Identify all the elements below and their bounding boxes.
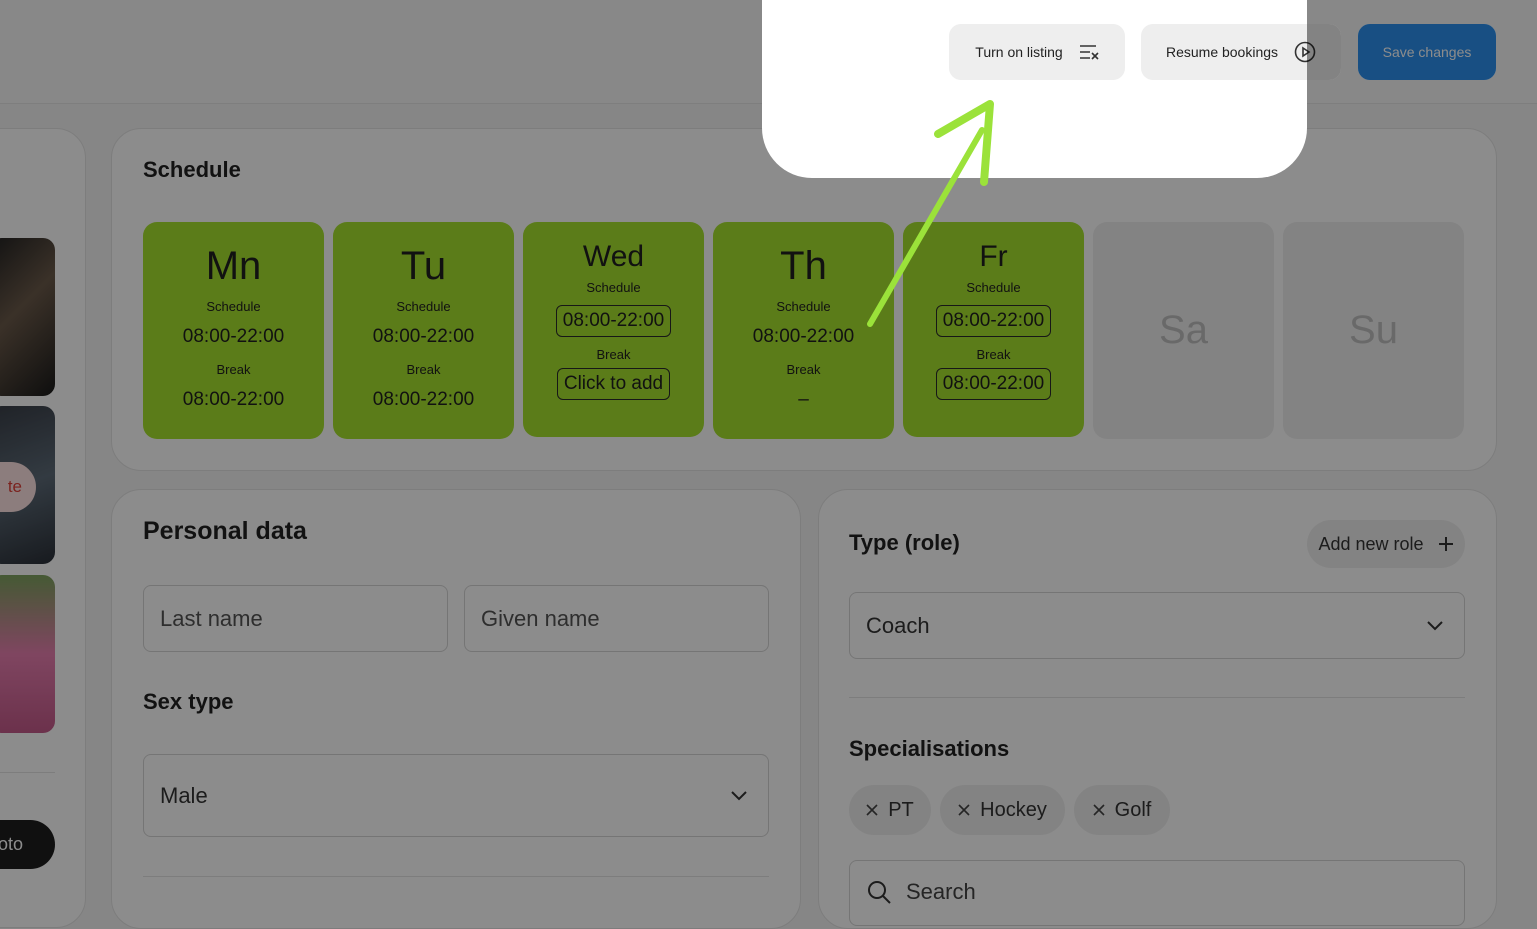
schedule-time: 08:00-22:00 [182,326,285,347]
role-title: Type (role) [849,530,960,555]
add-photo-button[interactable]: oto [0,820,55,869]
day-th[interactable]: Th Schedule 08:00-22:00 Break – [713,222,894,439]
add-new-role-button[interactable]: Add new role [1307,520,1465,568]
search-input[interactable]: Search [849,860,1465,926]
chip-label: PT [888,798,914,821]
resume-bookings-dim [1307,24,1341,80]
chevron-down-icon [731,791,747,801]
schedule-label: Schedule [966,280,1021,295]
break-label: Break [786,362,821,377]
break-time: 08:00-22:00 [372,389,475,410]
day-su[interactable]: Su [1283,222,1464,439]
day-name: Wed [582,240,645,273]
day-name: Sa [1159,308,1208,352]
photo-thumb-3[interactable] [0,575,55,733]
schedule-time-input[interactable]: 08:00-22:00 [935,305,1052,337]
schedule-label: Schedule [776,299,831,314]
day-name: Tu [400,244,447,288]
chip-golf[interactable]: Golf [1074,785,1170,835]
add-new-role-label: Add new role [1318,533,1424,554]
schedule-label: Schedule [396,299,451,314]
resume-bookings-label: Resume bookings [1165,44,1279,60]
schedule-title: Schedule [143,157,241,182]
schedule-time-input[interactable]: 08:00-22:00 [555,305,672,337]
day-name: Mn [205,244,262,288]
day-name: Su [1349,308,1398,352]
add-photo-label: oto [0,834,23,854]
close-icon[interactable] [1093,804,1105,816]
chevron-down-icon [1427,621,1443,631]
day-name: Th [780,244,827,288]
day-tu[interactable]: Tu Schedule 08:00-22:00 Break 08:00-22:0… [333,222,514,439]
sex-type-value: Male [160,782,208,808]
day-sa[interactable]: Sa [1093,222,1274,439]
turn-on-listing-button[interactable]: Turn on listing [949,24,1125,80]
photo-thumb-1[interactable] [0,238,55,396]
day-wed[interactable]: Wed Schedule 08:00-22:00 Break Click to … [523,222,704,437]
panel-divider [0,772,55,773]
chip-hockey[interactable]: Hockey [940,785,1065,835]
schedule-label: Schedule [586,280,641,295]
break-time: 08:00-22:00 [182,389,285,410]
search-icon [868,881,891,904]
close-icon[interactable] [958,804,970,816]
personal-divider [143,876,769,877]
schedule-label: Schedule [206,299,261,314]
given-name-input[interactable]: Given name [464,585,769,652]
schedule-time: 08:00-22:00 [752,326,855,347]
plus-icon [1438,537,1453,551]
role-value: Coach [866,612,930,638]
search-placeholder: Search [906,879,976,904]
break-time: – [798,389,809,410]
sex-type-select[interactable]: Male [143,754,769,837]
chip-label: Hockey [980,798,1047,821]
break-label: Break [406,362,441,377]
day-name: Fr [979,240,1008,273]
close-icon[interactable] [866,804,878,816]
break-time-input[interactable]: 08:00-22:00 [935,368,1052,400]
chip-label: Golf [1114,798,1152,821]
break-label: Break [596,347,631,362]
last-name-input[interactable]: Last name [143,585,448,652]
list-toggle-icon [1079,45,1099,60]
turn-on-listing-label: Turn on listing [975,44,1063,60]
role-select[interactable]: Coach [849,592,1465,659]
break-add-input[interactable]: Click to add [556,368,671,400]
break-label: Break [216,362,251,377]
day-mn[interactable]: Mn Schedule 08:00-22:00 Break 08:00-22:0… [143,222,324,439]
save-changes-dim [1358,24,1496,80]
break-label: Break [976,347,1011,362]
chip-pt[interactable]: PT [849,785,931,835]
day-fr[interactable]: Fr Schedule 08:00-22:00 Break 08:00-22:0… [903,222,1084,437]
role-divider [849,697,1465,698]
schedule-time: 08:00-22:00 [372,326,475,347]
delete-photo-label: te [7,477,22,496]
specialisations-title: Specialisations [849,736,1010,761]
sex-type-title: Sex type [143,689,234,714]
personal-data-title: Personal data [143,517,307,545]
